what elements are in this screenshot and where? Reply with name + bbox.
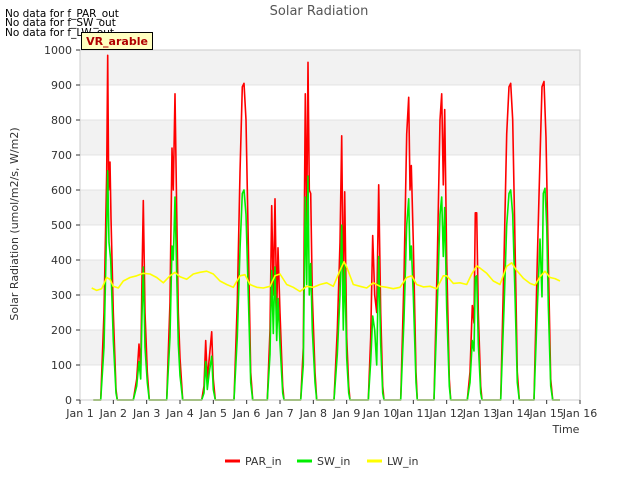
site-badge: VR_arable (81, 32, 153, 50)
y-tick-label: 900 (51, 79, 72, 92)
x-tick-label: Jan 7 (265, 407, 293, 420)
legend-label: PAR_in (245, 455, 282, 468)
y-tick-label: 700 (51, 149, 72, 162)
y-tick-label: 600 (51, 184, 72, 197)
x-tick-label: Jan 6 (232, 407, 260, 420)
chart-title: Solar Radiation (270, 4, 369, 19)
x-tick-label: Jan 14 (495, 407, 530, 420)
x-tick-label: Jan 15 (528, 407, 563, 420)
y-tick-label: 100 (51, 359, 72, 372)
x-tick-label: Jan 13 (462, 407, 497, 420)
legend: PAR_in SW_in LW_in (225, 455, 419, 468)
x-tick-label: Jan 9 (332, 407, 360, 420)
x-tick-label: Jan 4 (165, 407, 193, 420)
x-tick-label: Jan 5 (199, 407, 227, 420)
x-tick-label: Jan 1 (65, 407, 93, 420)
y-tick-label: 200 (51, 324, 72, 337)
y-tick-label: 400 (51, 254, 72, 267)
y-tick-label: 800 (51, 114, 72, 127)
legend-label: SW_in (317, 455, 350, 468)
x-tick-label: Jan 10 (362, 407, 397, 420)
y-tick-label: 0 (65, 394, 72, 407)
plot-band (80, 50, 580, 85)
x-axis-label: Time (552, 423, 580, 436)
x-tick-label: Jan 2 (99, 407, 127, 420)
x-tick-label: Jan 12 (428, 407, 463, 420)
plot-band (80, 120, 580, 155)
x-tick-label: Jan 11 (395, 407, 430, 420)
x-tick-label: Jan 8 (299, 407, 327, 420)
y-tick-label: 1000 (44, 44, 72, 57)
solar-radiation-chart: 0 100 200 300 400 500 600 700 800 900 1000 Jan 1 Ja… (8, 4, 597, 468)
plot-band (80, 330, 580, 365)
x-tick-label: Jan 3 (132, 407, 160, 420)
y-tick-label: 500 (51, 219, 72, 232)
y-tick-label: 300 (51, 289, 72, 302)
x-tick-label: Jan 16 (562, 407, 597, 420)
legend-label: LW_in (387, 455, 419, 468)
y-axis-label: Solar Radiation (umol/m2/s, W/m2) (8, 127, 21, 320)
